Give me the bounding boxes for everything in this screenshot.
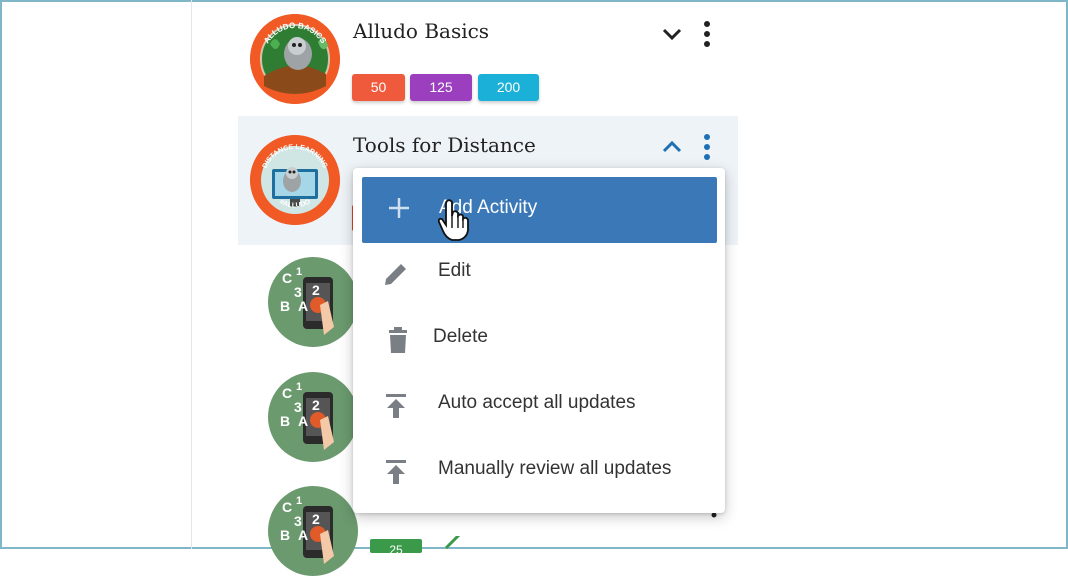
activity-avatar[interactable]: C 1 3 2 B A	[268, 372, 358, 462]
svg-text:2: 2	[312, 282, 320, 298]
svg-text:2: 2	[312, 511, 320, 527]
chevron-down-icon[interactable]	[658, 20, 686, 48]
menu-item-add-activity[interactable]: Add Activity	[362, 177, 717, 243]
svg-text:C: C	[282, 270, 292, 286]
svg-text:DISTANCE LEARNING: DISTANCE LEARNING	[262, 144, 329, 170]
course-badge-image: ALLUDO BASICS	[250, 14, 340, 104]
activity-avatar[interactable]: C 1 3 2 B A	[268, 486, 358, 576]
badge-text: ALLUDO BASICS	[262, 21, 328, 46]
points-pill: 25	[370, 539, 422, 553]
context-menu: Add Activity Edit Delete Auto accept all…	[353, 168, 725, 513]
svg-text:A: A	[298, 527, 308, 543]
svg-text:1: 1	[296, 381, 302, 393]
svg-text:B: B	[280, 527, 290, 543]
svg-text:B: B	[280, 298, 290, 314]
pencil-icon	[381, 259, 411, 289]
svg-text:A: A	[298, 413, 308, 429]
upload-icon	[381, 457, 411, 487]
points-pill: 50	[352, 74, 405, 101]
menu-item-manually-review[interactable]: Manually review all updates	[353, 438, 725, 504]
menu-item-label: Manually review all updates	[438, 458, 672, 479]
plus-icon	[384, 193, 414, 223]
menu-item-auto-accept[interactable]: Auto accept all updates	[353, 372, 725, 438]
course-title: Alludo Basics	[353, 19, 490, 43]
menu-item-label: Delete	[433, 326, 488, 347]
svg-text:B: B	[280, 413, 290, 429]
course-badge-image: DISTANCE LEARNING #ALLUDO	[250, 135, 340, 225]
trash-icon	[383, 325, 413, 355]
upload-icon	[381, 391, 411, 421]
points-pill: 125	[410, 74, 472, 101]
badge-text: DISTANCE LEARNING	[262, 144, 329, 170]
points-pill: 200	[478, 74, 539, 101]
activity-avatar[interactable]: C 1 3 2 B A	[268, 257, 358, 347]
more-vert-icon[interactable]	[693, 20, 721, 48]
hand-cursor-icon	[437, 198, 471, 247]
menu-item-delete[interactable]: Delete	[353, 306, 725, 372]
more-vert-icon[interactable]	[693, 133, 721, 161]
svg-text:#ALLUDO: #ALLUDO	[278, 198, 312, 209]
svg-text:1: 1	[296, 266, 302, 278]
svg-text:ALLUDO BASICS: ALLUDO BASICS	[262, 21, 328, 46]
svg-text:1: 1	[296, 495, 302, 507]
sidebar-divider	[191, 0, 192, 549]
menu-item-edit[interactable]: Edit	[353, 240, 725, 306]
badge-text: #ALLUDO	[278, 198, 312, 209]
menu-item-label: Edit	[438, 260, 471, 281]
svg-text:C: C	[282, 385, 292, 401]
check-icon	[444, 530, 464, 555]
svg-text:A: A	[298, 298, 308, 314]
svg-text:C: C	[282, 499, 292, 515]
course-title: Tools for Distance	[353, 133, 536, 157]
chevron-up-icon[interactable]	[658, 133, 686, 161]
menu-item-label: Auto accept all updates	[438, 392, 636, 413]
svg-text:2: 2	[312, 397, 320, 413]
